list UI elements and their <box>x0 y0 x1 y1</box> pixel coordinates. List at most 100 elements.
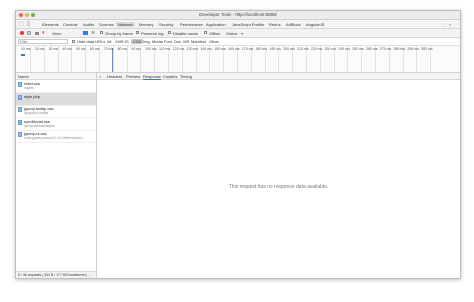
timeline-tick-label: 300 ms <box>421 46 433 51</box>
view-label: View: <box>52 30 62 36</box>
timeline-tick-label: 250 ms <box>352 46 364 51</box>
tab-sources[interactable]: Sources <box>99 22 114 27</box>
filter-input[interactable] <box>18 39 68 44</box>
tab-angularjs[interactable]: AngularJS <box>306 22 324 27</box>
request-name: style.php <box>24 93 41 99</box>
panel-tab-bar: ⬚ ▯ Elements Console Audits Sources Netw… <box>16 20 460 29</box>
timeline-overview[interactable]: 10 ms 20 ms 30 ms 40 ms 50 ms 60 ms 70 ms 80 ms… <box>16 46 460 73</box>
tab-network[interactable]: Network <box>116 21 135 27</box>
throttling-select[interactable]: Online <box>226 31 238 36</box>
type-filter-manifest[interactable]: Manifest <box>191 39 206 44</box>
request-row[interactable]: reset.css /styles <box>16 80 96 93</box>
disable-cache-checkbox[interactable] <box>168 31 171 34</box>
type-filter-all[interactable]: All <box>107 39 111 44</box>
timeline-tick-label: 90 ms <box>131 46 141 51</box>
record-icon[interactable] <box>20 31 24 35</box>
timeline-tick-label: 230 ms <box>324 46 337 51</box>
timeline-tick-label: 110 ms <box>159 46 171 51</box>
type-filter-doc[interactable]: Doc <box>174 39 181 44</box>
request-row[interactable]: jquery.tooltip.css /js/jquery.tooltip <box>16 105 96 118</box>
css-file-icon <box>18 132 22 137</box>
timeline-tick-label: 200 ms <box>283 46 295 51</box>
timeline-tick-label: 160 ms <box>228 46 240 51</box>
request-path: code.jquery.com/ui/1.10.4/themes/sm... <box>24 136 85 140</box>
type-filter-css[interactable]: CSS <box>131 39 144 44</box>
timeline-tick-label: 290 ms <box>407 46 419 51</box>
timeline-tick-label: 10 ms <box>21 46 31 51</box>
name-column-header[interactable]: Name <box>16 73 96 80</box>
type-filter-xhr[interactable]: XHR <box>115 39 123 44</box>
timeline-tick-label: 190 ms <box>269 46 281 51</box>
close-detail-icon[interactable]: × <box>99 74 101 79</box>
type-filter-media[interactable]: Media <box>152 39 163 44</box>
tab-security[interactable]: Security <box>159 22 173 27</box>
tab-redux[interactable]: Redux <box>269 22 281 27</box>
close-devtools-icon[interactable]: × <box>449 22 451 27</box>
device-toggle-icon[interactable]: ▯ <box>27 21 30 27</box>
type-filter-font[interactable]: Font <box>164 39 172 44</box>
tab-application[interactable]: Application <box>206 22 226 27</box>
chevron-down-icon: ▾ <box>241 30 244 36</box>
tab-console[interactable]: Console <box>63 22 78 27</box>
preserve-log-label: Preserve log <box>141 30 164 36</box>
inspect-icon[interactable]: ⬚ <box>19 21 24 27</box>
timeline-tick-label: 180 ms <box>255 46 268 51</box>
camera-icon[interactable] <box>35 31 39 35</box>
timeline-tick-label: 220 ms <box>310 46 323 51</box>
title-bar: Developer Tools - http://localhost:8888/ <box>16 11 460 20</box>
tab-javascript-profiler[interactable]: JavaScript Profiler <box>232 22 264 27</box>
disable-cache-label: Disable cache <box>173 30 199 36</box>
tab-performance[interactable]: Performance <box>180 22 203 27</box>
timeline-tick-label: 20 ms <box>34 46 45 51</box>
timeline-tick-label: 40 ms <box>62 46 72 51</box>
clear-icon[interactable] <box>27 31 31 35</box>
css-file-icon <box>18 94 22 100</box>
request-row[interactable]: nyroModal.css /js/nyroModal/styles <box>16 118 96 131</box>
tab-timing[interactable]: Timing <box>180 74 192 79</box>
preserve-log-checkbox[interactable] <box>136 31 139 34</box>
request-path: /js/nyroModal/styles <box>24 123 55 128</box>
tab-adblock[interactable]: AdBlock <box>286 22 301 27</box>
devtools-window: Developer Tools - http://localhost:8888/… <box>15 10 461 279</box>
tab-memory[interactable]: Memory <box>139 22 153 27</box>
tab-headers[interactable]: Headers <box>107 74 122 79</box>
more-options-icon[interactable]: ⋮ <box>441 22 445 27</box>
timeline-tick-label: 150 ms <box>214 46 226 51</box>
hide-data-urls-checkbox[interactable] <box>72 39 75 43</box>
timeline-tick-label: 240 ms <box>338 46 350 51</box>
type-filter-img[interactable]: Img <box>143 39 150 44</box>
request-detail-pane: × Headers Preview Response Cookies Timin… <box>97 73 460 278</box>
timeline-tick-label: 140 ms <box>200 46 212 51</box>
large-rows-icon[interactable] <box>83 30 88 35</box>
offline-checkbox[interactable] <box>204 31 207 34</box>
network-toolbar: ▾ View: ≋ Group by frame Preserve log Di… <box>16 29 460 38</box>
request-row-selected[interactable]: style.php <box>16 92 96 106</box>
type-filter-js[interactable]: JS <box>124 39 129 44</box>
request-list-pane: Name reset.css /styles style.php jquery.… <box>16 73 97 278</box>
tab-preview[interactable]: Preview <box>126 74 140 79</box>
tab-response[interactable]: Response <box>143 74 162 80</box>
type-filter-ws[interactable]: WS <box>183 39 189 44</box>
hide-data-urls-label: Hide data URLs <box>77 39 106 44</box>
filter-icon[interactable]: ▾ <box>42 30 45 36</box>
timeline-tick-label: 260 ms <box>366 46 378 51</box>
window-title: Developer Tools - http://localhost:8888/ <box>199 12 277 17</box>
detail-tab-bar: × Headers Preview Response Cookies Timin… <box>97 73 460 80</box>
offline-label: Offline <box>209 30 221 36</box>
timeline-tick-label: 210 ms <box>297 46 309 51</box>
css-file-icon <box>18 82 22 87</box>
type-filter-other[interactable]: Other <box>209 39 219 44</box>
timeline-tick-label: 60 ms <box>90 46 100 51</box>
request-path: /js/jquery.tooltip <box>24 111 49 115</box>
timeline-tick-label: 30 ms <box>48 46 59 51</box>
tab-cookies[interactable]: Cookies <box>163 74 177 79</box>
css-file-icon <box>18 107 22 112</box>
request-summary: 5 / 36 requests | 344 B / 177 KB transfe… <box>18 273 92 277</box>
tab-audits[interactable]: Audits <box>83 22 94 27</box>
overview-icon[interactable]: ≋ <box>91 30 95 36</box>
tab-elements[interactable]: Elements <box>42 22 59 27</box>
group-by-frame-checkbox[interactable] <box>100 31 103 34</box>
request-row[interactable]: jquery-ui.css code.jquery.com/ui/1.10.4/… <box>16 130 96 143</box>
timeline-tick-label: 70 ms <box>103 46 114 51</box>
timeline-tick-label: 130 ms <box>186 46 199 51</box>
